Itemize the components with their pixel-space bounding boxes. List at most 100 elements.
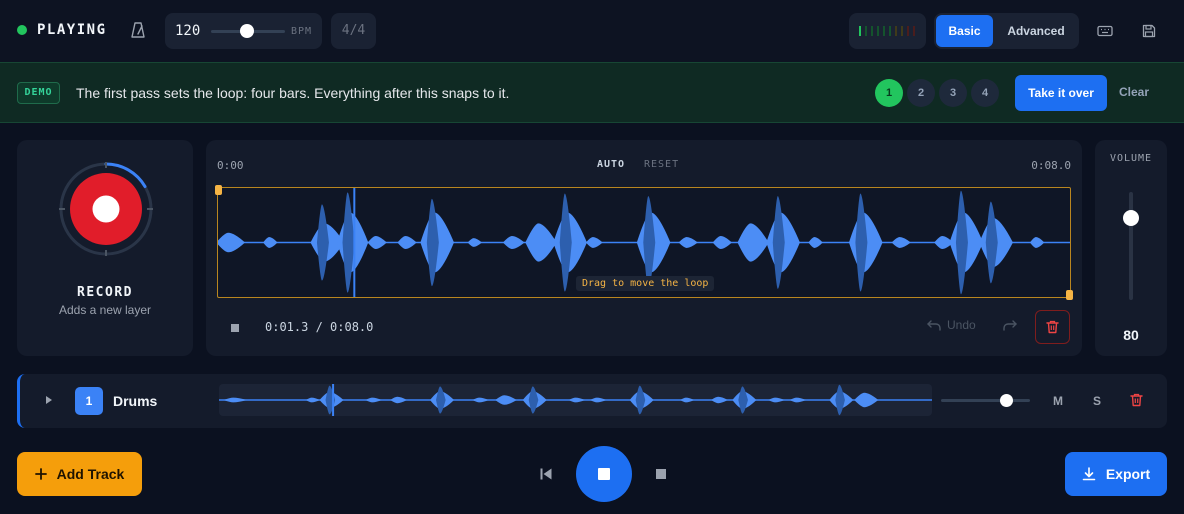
waveform-peak (367, 235, 387, 250)
skip-back-button[interactable] (539, 467, 553, 486)
waveform-peak (589, 397, 607, 403)
waveform-peak (738, 386, 748, 414)
track-row: 1 Drums M S (17, 374, 1167, 428)
mode-advanced-button[interactable]: Advanced (995, 15, 1077, 47)
time-signature-button[interactable]: 4/4 (331, 13, 376, 49)
tempo-control: 120 BPM (165, 13, 322, 49)
solo-button[interactable]: S (1093, 394, 1101, 408)
waveform-peak (772, 196, 785, 289)
loop-start-handle[interactable] (215, 185, 222, 195)
waveform-peak (678, 237, 698, 248)
track-number: 1 (75, 387, 103, 415)
record-panel: RECORD Adds a new layer (17, 140, 193, 356)
waveform-peak (1029, 237, 1045, 248)
loop-end-handle[interactable] (1066, 290, 1073, 300)
waveform-peak (223, 397, 248, 403)
waveform-peak (365, 397, 383, 403)
waveform-peak (342, 192, 355, 293)
keyboard-icon (1097, 25, 1113, 37)
top-bar: PLAYING 120 BPM 4/4 Basic Advanced (0, 0, 1184, 62)
record-sublabel: Adds a new layer (58, 303, 152, 317)
mode-toggle: Basic Advanced (934, 13, 1079, 49)
volume-value: 80 (1123, 327, 1139, 343)
waveform-peak (585, 237, 603, 248)
keyboard-button[interactable] (1090, 16, 1120, 46)
time-start: 0:00 (217, 159, 244, 172)
delete-track-button[interactable] (1130, 393, 1143, 412)
delete-loop-button[interactable] (1035, 310, 1070, 344)
level-meter-bar (877, 26, 879, 36)
waveform-peak (472, 397, 490, 403)
mute-button[interactable]: M (1053, 394, 1063, 408)
record-dot-icon (92, 195, 120, 223)
export-button[interactable]: Export (1065, 452, 1167, 496)
volume-slider-track[interactable] (1129, 192, 1133, 300)
loop-tooltip: Drag to move the loop (576, 276, 715, 291)
waveform-peak (711, 396, 728, 404)
step-3[interactable]: 3 (939, 79, 967, 107)
metronome-icon[interactable] (131, 22, 145, 38)
plus-icon (34, 468, 47, 480)
undo-button[interactable]: Undo (927, 318, 976, 332)
clear-button[interactable]: Clear (1119, 85, 1149, 99)
main-stop-button[interactable] (576, 446, 632, 502)
waveform-peak (525, 223, 557, 262)
waveform-peak (305, 397, 321, 403)
waveform-peak (855, 193, 868, 292)
track-name[interactable]: Drums (113, 393, 157, 409)
add-track-button[interactable]: Add Track (17, 452, 142, 496)
stop-icon (598, 468, 610, 480)
save-button[interactable] (1134, 16, 1164, 46)
bpm-value[interactable]: 120 (175, 23, 200, 39)
download-icon (1082, 467, 1096, 481)
waveform-peak (559, 193, 572, 292)
waveform-peak (955, 190, 968, 295)
reset-button[interactable]: RESET (644, 159, 679, 170)
record-label: RECORD (77, 285, 133, 300)
level-meter-bar (859, 26, 861, 36)
skip-back-icon (540, 468, 552, 480)
waveform-peak (528, 386, 539, 414)
step-1[interactable]: 1 (875, 79, 903, 107)
level-meter-bar (913, 26, 915, 36)
time-end: 0:08.0 (1031, 159, 1071, 172)
step-2[interactable]: 2 (907, 79, 935, 107)
status-label: PLAYING (37, 22, 107, 38)
status-dot (17, 25, 27, 35)
stop-icon[interactable] (231, 324, 239, 332)
demo-banner: DEMO The first pass sets the loop: four … (0, 62, 1184, 123)
redo-button[interactable] (1003, 318, 1017, 336)
waveform-peak (316, 204, 329, 281)
waveform-peak (854, 392, 879, 408)
step-4[interactable]: 4 (971, 79, 999, 107)
waveform-peak (426, 198, 439, 287)
track-volume-thumb[interactable] (1000, 394, 1013, 407)
level-meter-bar (889, 26, 891, 36)
level-meter-bar (901, 26, 903, 36)
waveform-peak (789, 397, 807, 403)
waveform-peak (768, 397, 785, 403)
volume-slider-thumb[interactable] (1123, 210, 1139, 226)
level-meter-bar (883, 26, 885, 36)
export-label: Export (1105, 466, 1151, 482)
take-it-over-button[interactable]: Take it over (1015, 75, 1107, 111)
undo-label: Undo (947, 318, 976, 332)
waveform-peak (985, 201, 998, 284)
waveform-peak (436, 386, 446, 414)
track-expand-icon[interactable] (46, 396, 52, 404)
waveform-peak (635, 385, 646, 415)
mode-basic-button[interactable]: Basic (936, 15, 993, 47)
track-waveform[interactable] (219, 384, 932, 416)
loop-editor: 0:00 AUTO RESET 0:08.0 Drag to move the … (206, 140, 1082, 356)
undo-icon (927, 320, 941, 331)
redo-icon (1003, 320, 1017, 331)
stop-icon[interactable] (656, 469, 666, 479)
record-button[interactable] (59, 162, 153, 256)
waveform-peak (737, 223, 769, 262)
track-volume-track[interactable] (941, 399, 1030, 402)
level-meter-bar (907, 26, 909, 36)
bpm-slider-thumb[interactable] (240, 24, 254, 38)
playback-position: 0:01.3 / 0:08.0 (265, 320, 374, 334)
auto-button[interactable]: AUTO (597, 159, 625, 170)
waveform-peak (680, 397, 695, 403)
